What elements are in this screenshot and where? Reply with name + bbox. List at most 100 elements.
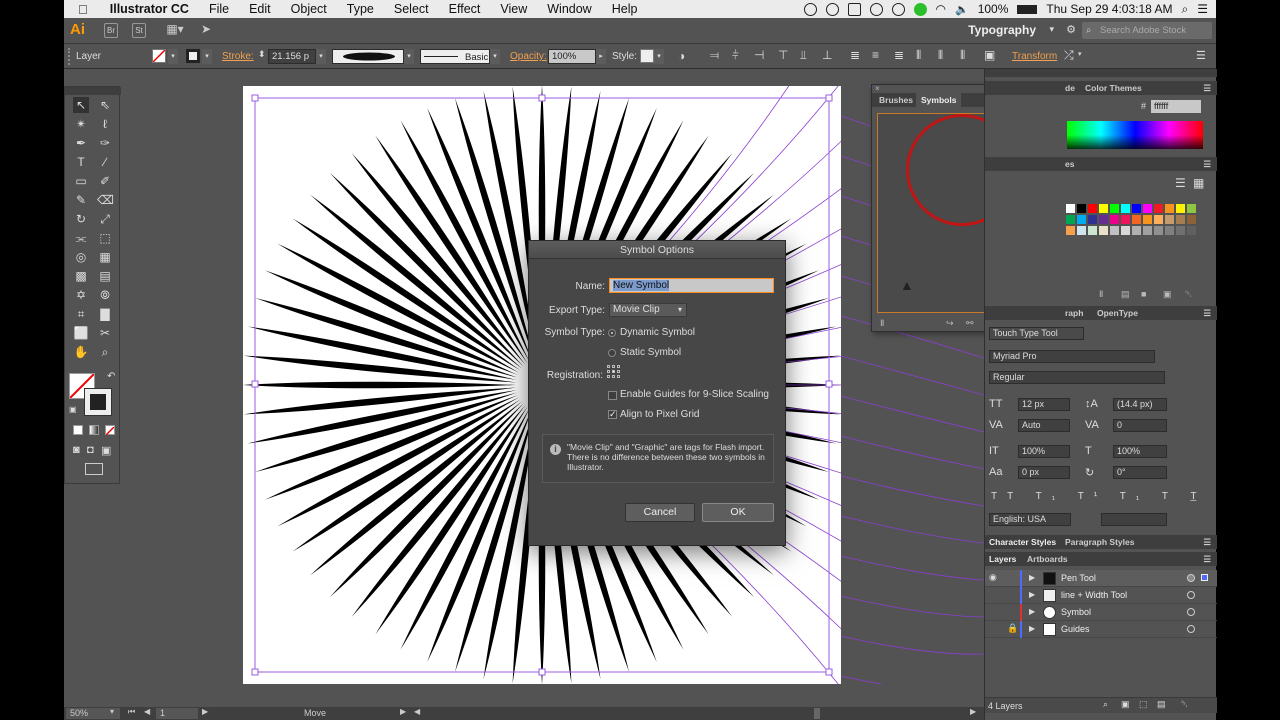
width-profile-dropdown-icon[interactable]: ▾ xyxy=(404,49,414,64)
color-swatch[interactable] xyxy=(1098,214,1109,225)
layer-row[interactable]: ▶ Symbol xyxy=(985,604,1217,621)
pixel-grid-label[interactable]: Align to Pixel Grid xyxy=(620,409,699,420)
horizontal-scroll-thumb[interactable] xyxy=(814,708,820,719)
shaper-tool-icon[interactable]: ✎ xyxy=(73,192,89,208)
curvature-tool-icon[interactable]: ✑ xyxy=(97,135,113,151)
color-swatch[interactable] xyxy=(1175,214,1186,225)
next-artboard-icon[interactable]: ▶ xyxy=(202,707,208,716)
tab-character-styles[interactable]: Character Styles xyxy=(989,535,1056,549)
eyedropper-tool-icon[interactable]: ✡ xyxy=(73,287,89,303)
variable-width-profile[interactable] xyxy=(332,49,404,64)
battery-icon[interactable] xyxy=(1017,4,1038,14)
reg-point[interactable] xyxy=(617,365,620,368)
tracking-field[interactable]: 0 xyxy=(1113,419,1167,432)
place-symbol-instance-icon[interactable]: ↪ xyxy=(946,318,954,329)
color-swatch[interactable] xyxy=(1164,225,1175,236)
stroke-label[interactable]: Stroke: xyxy=(222,51,254,62)
draw-inside-icon[interactable]: ▣ xyxy=(101,444,111,457)
color-swatch[interactable] xyxy=(1153,203,1164,214)
menu-effect[interactable]: Effect xyxy=(439,2,491,16)
color-swatch[interactable] xyxy=(1131,203,1142,214)
color-swatch[interactable] xyxy=(1120,225,1131,236)
tab-color-themes[interactable]: Color Themes xyxy=(1085,81,1142,95)
color-swatch[interactable] xyxy=(1120,214,1131,225)
reg-point[interactable] xyxy=(607,375,610,378)
color-swatch[interactable] xyxy=(1087,203,1098,214)
list-view-icon[interactable]: ☰ xyxy=(1175,176,1186,190)
tab-swatches-partial[interactable]: es xyxy=(1065,157,1074,171)
color-swatch[interactable] xyxy=(1164,203,1175,214)
locate-object-icon[interactable]: ⌕ xyxy=(1103,699,1108,710)
selection-indicator[interactable] xyxy=(1201,574,1208,581)
target-icon[interactable] xyxy=(1187,625,1195,633)
color-swatch[interactable] xyxy=(1142,203,1153,214)
color-swatch[interactable] xyxy=(1186,214,1197,225)
tab-paragraph-styles[interactable]: Paragraph Styles xyxy=(1065,535,1134,549)
menu-window[interactable]: Window xyxy=(537,2,601,16)
distribute-middle-icon[interactable]: ≡ xyxy=(872,48,879,62)
artboard-tool-icon[interactable]: ⬜ xyxy=(73,325,89,341)
workspace-switcher[interactable]: Typography xyxy=(968,23,1036,37)
reg-point[interactable] xyxy=(607,370,610,373)
control-panel-menu-icon[interactable]: ☰ xyxy=(1196,49,1206,62)
color-swatch[interactable] xyxy=(1109,225,1120,236)
wifi-icon[interactable]: ◠ xyxy=(936,2,946,16)
new-layer-icon[interactable]: ▤ xyxy=(1157,699,1166,710)
bbox-handle[interactable] xyxy=(825,668,833,676)
export-type-select[interactable]: Movie Clip ▾ xyxy=(609,303,687,317)
character-rotation-field[interactable]: 0° xyxy=(1113,466,1167,479)
target-icon[interactable] xyxy=(1187,591,1195,599)
close-icon[interactable]: × xyxy=(875,84,880,93)
mesh-tool-icon[interactable]: ▩ xyxy=(73,268,89,284)
tab-artboards[interactable]: Artboards xyxy=(1027,552,1068,566)
scroll-left-icon[interactable]: ◀ xyxy=(414,707,420,716)
tab-opentype[interactable]: OpenType xyxy=(1097,306,1138,320)
align-left-icon[interactable]: ⫤ xyxy=(710,48,719,63)
magic-wand-tool-icon[interactable]: ✴ xyxy=(73,116,89,132)
ok-button[interactable]: OK xyxy=(702,503,774,522)
prev-artboard-icon[interactable]: ◀ xyxy=(144,707,150,716)
bbox-handle[interactable] xyxy=(825,94,833,102)
baseline-shift-field[interactable]: 0 px xyxy=(1018,466,1070,479)
artboard-number-field[interactable]: 1 xyxy=(156,708,198,719)
isolate-dropdown-icon[interactable]: ▾ xyxy=(1078,50,1082,58)
stroke-swatch-dropdown-icon[interactable]: ▾ xyxy=(202,49,212,64)
apple-icon[interactable]:  xyxy=(64,2,100,17)
make-clipping-mask-icon[interactable]: ▣ xyxy=(1121,699,1130,710)
target-icon[interactable] xyxy=(1187,608,1195,616)
isolate-icon[interactable]: ⤮ xyxy=(1064,48,1074,63)
cancel-button[interactable]: Cancel xyxy=(625,503,695,522)
tab-symbols[interactable]: Symbols xyxy=(916,93,962,107)
none-mode-icon[interactable] xyxy=(105,425,115,436)
align-bottom-icon[interactable]: ⊥ xyxy=(822,48,832,62)
color-swatch[interactable] xyxy=(1109,214,1120,225)
stroke-stepper-icon[interactable]: ⬍ xyxy=(258,49,266,60)
settings-icon[interactable]: ⚙ xyxy=(1066,23,1076,36)
reg-point-selected[interactable] xyxy=(612,370,615,373)
color-spectrum[interactable] xyxy=(1067,121,1203,149)
brush-definition[interactable]: Basic xyxy=(420,49,490,64)
menu-object[interactable]: Object xyxy=(281,2,337,16)
bbox-handle[interactable] xyxy=(538,94,546,102)
sync-icon[interactable] xyxy=(825,2,839,16)
reg-point[interactable] xyxy=(612,365,615,368)
new-swatch-icon[interactable]: ▣ xyxy=(1163,289,1172,300)
reg-point[interactable] xyxy=(607,365,610,368)
text-style-buttons-icon[interactable]: TT T₁ T¹ T₁ T T̲ xyxy=(991,491,1206,502)
info-icon[interactable] xyxy=(869,2,883,16)
swap-fill-stroke-icon[interactable]: ↶ xyxy=(107,371,115,382)
align-top-icon[interactable]: ⊤ xyxy=(778,48,788,62)
transform-label[interactable]: Transform xyxy=(1012,51,1057,62)
menu-type[interactable]: Type xyxy=(337,2,384,16)
static-symbol-label[interactable]: Static Symbol xyxy=(620,347,681,358)
workspace-chevron-icon[interactable]: ▾ xyxy=(1049,24,1054,35)
lock-icon[interactable]: 🔒 xyxy=(1007,623,1018,634)
width-tool-icon[interactable]: ⫘ xyxy=(73,230,89,246)
font-size-field[interactable]: 12 px xyxy=(1018,398,1070,411)
color-swatch[interactable] xyxy=(1186,203,1197,214)
opacity-label[interactable]: Opacity: xyxy=(510,51,547,62)
record-icon[interactable] xyxy=(803,2,817,16)
eraser-tool-icon[interactable]: ⌫ xyxy=(97,192,114,208)
swatches-grid[interactable] xyxy=(1065,203,1199,236)
panel-menu-icon[interactable]: ☰ xyxy=(1203,157,1211,171)
